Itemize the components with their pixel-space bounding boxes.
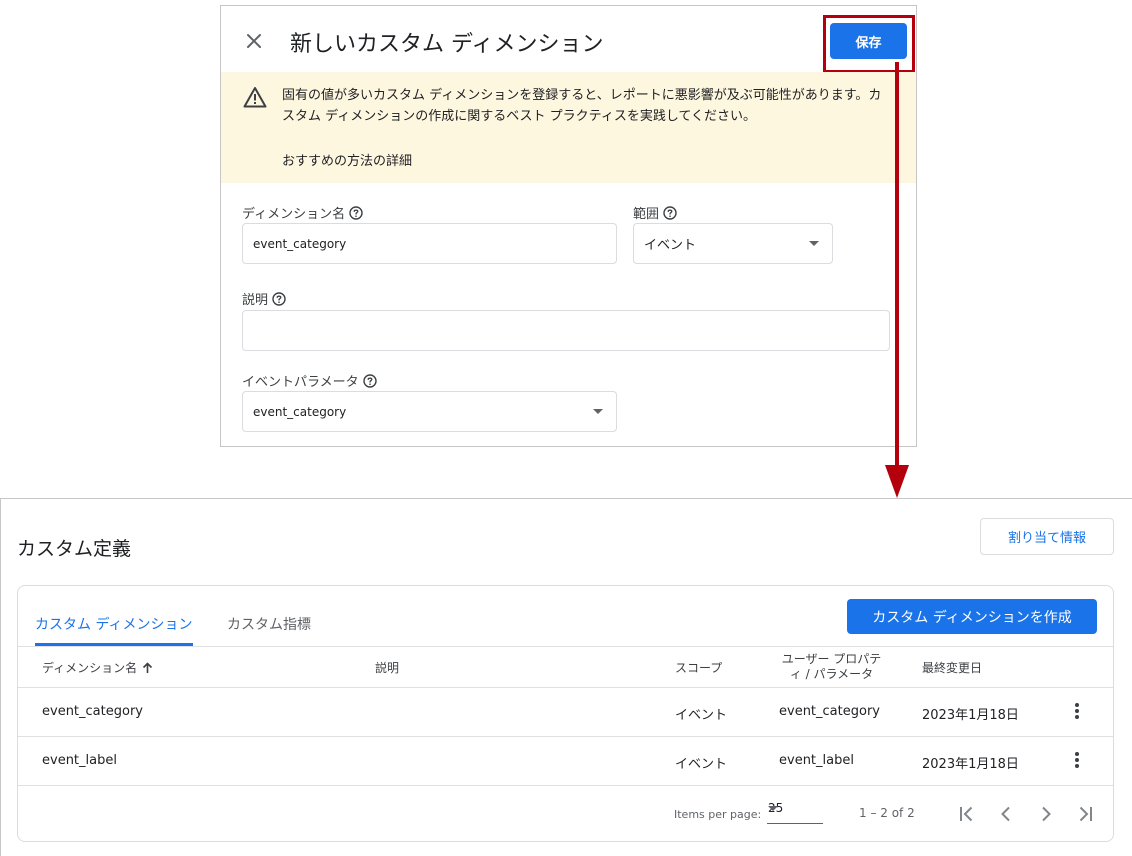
event-parameter-value: event_category <box>253 404 347 419</box>
previous-page-icon[interactable] <box>994 802 1018 826</box>
column-header-user-property-line2: ィ / パラメータ <box>789 667 874 681</box>
help-icon[interactable] <box>349 205 363 220</box>
dialog-title: 新しいカスタム ディメンション <box>290 32 604 57</box>
divider <box>18 785 1113 786</box>
row-parameter: event_label <box>779 753 854 768</box>
help-icon[interactable] <box>272 291 286 306</box>
scope-label-text: 範囲 <box>633 207 660 222</box>
dropdown-arrow-icon <box>809 240 819 246</box>
dropdown-arrow-icon <box>593 408 603 414</box>
scope-label: 範囲 <box>633 203 677 222</box>
row-scope: イベント <box>675 757 728 772</box>
column-header-name-text: ディメンション名 <box>42 661 138 675</box>
first-page-icon[interactable] <box>954 802 978 826</box>
last-page-icon[interactable] <box>1074 802 1098 826</box>
description-label-text: 説明 <box>242 293 269 308</box>
divider <box>18 687 1113 688</box>
dimension-name-input[interactable]: event_category <box>242 223 617 264</box>
description-label: 説明 <box>242 289 286 308</box>
page-title: カスタム定義 <box>17 538 132 560</box>
more-options-icon[interactable] <box>1067 750 1087 770</box>
items-per-page-label: Items per page: <box>674 808 762 821</box>
description-input[interactable] <box>242 310 890 351</box>
row-dimension-name: event_label <box>42 753 117 768</box>
warning-icon <box>243 87 267 108</box>
warning-text: 固有の値が多いカスタム ディメンションを登録すると、レポートに悪影響が及ぶ可能性… <box>282 88 882 124</box>
best-practices-link[interactable]: おすすめの方法の詳細 <box>282 150 412 169</box>
dimensions-card: カスタム ディメンション カスタム指標 カスタム ディメンションを作成 ディメン… <box>17 585 1114 842</box>
divider <box>18 736 1113 737</box>
scope-value: イベント <box>644 238 697 253</box>
items-per-page-select[interactable]: 25 <box>767 800 823 824</box>
close-icon[interactable] <box>243 30 265 52</box>
help-icon[interactable] <box>362 373 377 388</box>
sort-ascending-icon <box>143 661 153 673</box>
more-options-icon[interactable] <box>1067 701 1087 721</box>
column-header-description: 説明 <box>375 661 400 675</box>
row-scope: イベント <box>675 708 728 723</box>
help-icon[interactable] <box>663 205 677 220</box>
column-header-user-property: ユーザー プロパテ ィ / パラメータ <box>779 652 884 682</box>
row-last-modified: 2023年1月18日 <box>922 757 1019 772</box>
tab-custom-dimensions[interactable]: カスタム ディメンション <box>35 614 192 634</box>
row-parameter: event_category <box>779 704 880 719</box>
create-custom-dimension-button[interactable]: カスタム ディメンションを作成 <box>847 599 1097 634</box>
warning-banner: 固有の値が多いカスタム ディメンションを登録すると、レポートに悪影響が及ぶ可能性… <box>221 72 916 183</box>
custom-dimension-dialog: 新しいカスタム ディメンション 保存 固有の値が多いカスタム ディメンションを登… <box>220 5 917 447</box>
row-last-modified: 2023年1月18日 <box>922 708 1019 723</box>
dimension-name-label: ディメンション名 <box>242 203 363 222</box>
pagination-range: 1 – 2 of 2 <box>859 806 915 820</box>
column-header-last-modified: 最終変更日 <box>922 661 983 675</box>
dropdown-arrow-icon <box>768 806 778 811</box>
column-header-scope: スコープ <box>675 661 723 675</box>
save-button[interactable]: 保存 <box>830 23 907 59</box>
dimension-name-label-text: ディメンション名 <box>242 207 346 222</box>
scope-select[interactable]: イベント <box>633 223 833 264</box>
divider <box>18 646 1113 647</box>
row-dimension-name: event_category <box>42 704 143 719</box>
event-parameter-label-text: イベントパラメータ <box>242 375 359 390</box>
column-header-user-property-line1: ユーザー プロパテ <box>781 652 882 666</box>
tab-custom-metrics[interactable]: カスタム指標 <box>227 614 311 634</box>
custom-definitions-panel: カスタム定義 割り当て情報 カスタム ディメンション カスタム指標 カスタム デ… <box>0 498 1132 856</box>
event-parameter-select[interactable]: event_category <box>242 391 617 432</box>
event-parameter-label: イベントパラメータ <box>242 371 377 390</box>
annotation-arrow <box>885 62 909 498</box>
assignment-info-button[interactable]: 割り当て情報 <box>980 518 1114 555</box>
next-page-icon[interactable] <box>1034 802 1058 826</box>
column-header-name[interactable]: ディメンション名 <box>42 659 153 676</box>
dimension-name-value: event_category <box>253 236 347 251</box>
